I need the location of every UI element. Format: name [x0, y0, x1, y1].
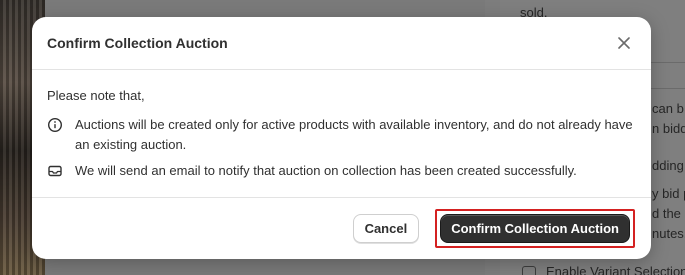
bg-text: d the a	[652, 206, 685, 221]
confirm-collection-auction-dialog: Confirm Collection Auction Please note t…	[32, 17, 651, 259]
note-item: We will send an email to notify that auc…	[47, 161, 636, 181]
modal-header: Confirm Collection Auction	[32, 17, 651, 70]
note-item: Auctions will be created only for active…	[47, 115, 636, 155]
bg-text: n biddi	[652, 121, 685, 136]
modal-footer: Cancel Confirm Collection Auction	[32, 198, 651, 258]
bg-text: nutes.	[652, 226, 685, 241]
note-text: Auctions will be created only for active…	[75, 117, 633, 152]
note-text: We will send an email to notify that auc…	[75, 163, 577, 178]
modal-title: Confirm Collection Auction	[47, 35, 228, 51]
highlight-box: Confirm Collection Auction	[435, 208, 635, 248]
cancel-button[interactable]: Cancel	[352, 213, 420, 243]
confirm-collection-auction-button[interactable]: Confirm Collection Auction	[440, 213, 630, 243]
intro-text: Please note that,	[47, 88, 145, 103]
bg-text: can b	[652, 101, 684, 116]
close-icon	[618, 37, 630, 49]
bg-text: dding	[652, 158, 684, 173]
bg-text: Enable Variant Selection	[546, 264, 685, 275]
close-button[interactable]	[614, 33, 634, 53]
modal-body: Please note that, Auctions will be creat…	[32, 70, 651, 198]
bg-text: y bid p	[652, 186, 685, 201]
envelope-icon	[47, 163, 63, 179]
info-icon	[47, 117, 63, 133]
bg-checkbox	[522, 266, 536, 275]
